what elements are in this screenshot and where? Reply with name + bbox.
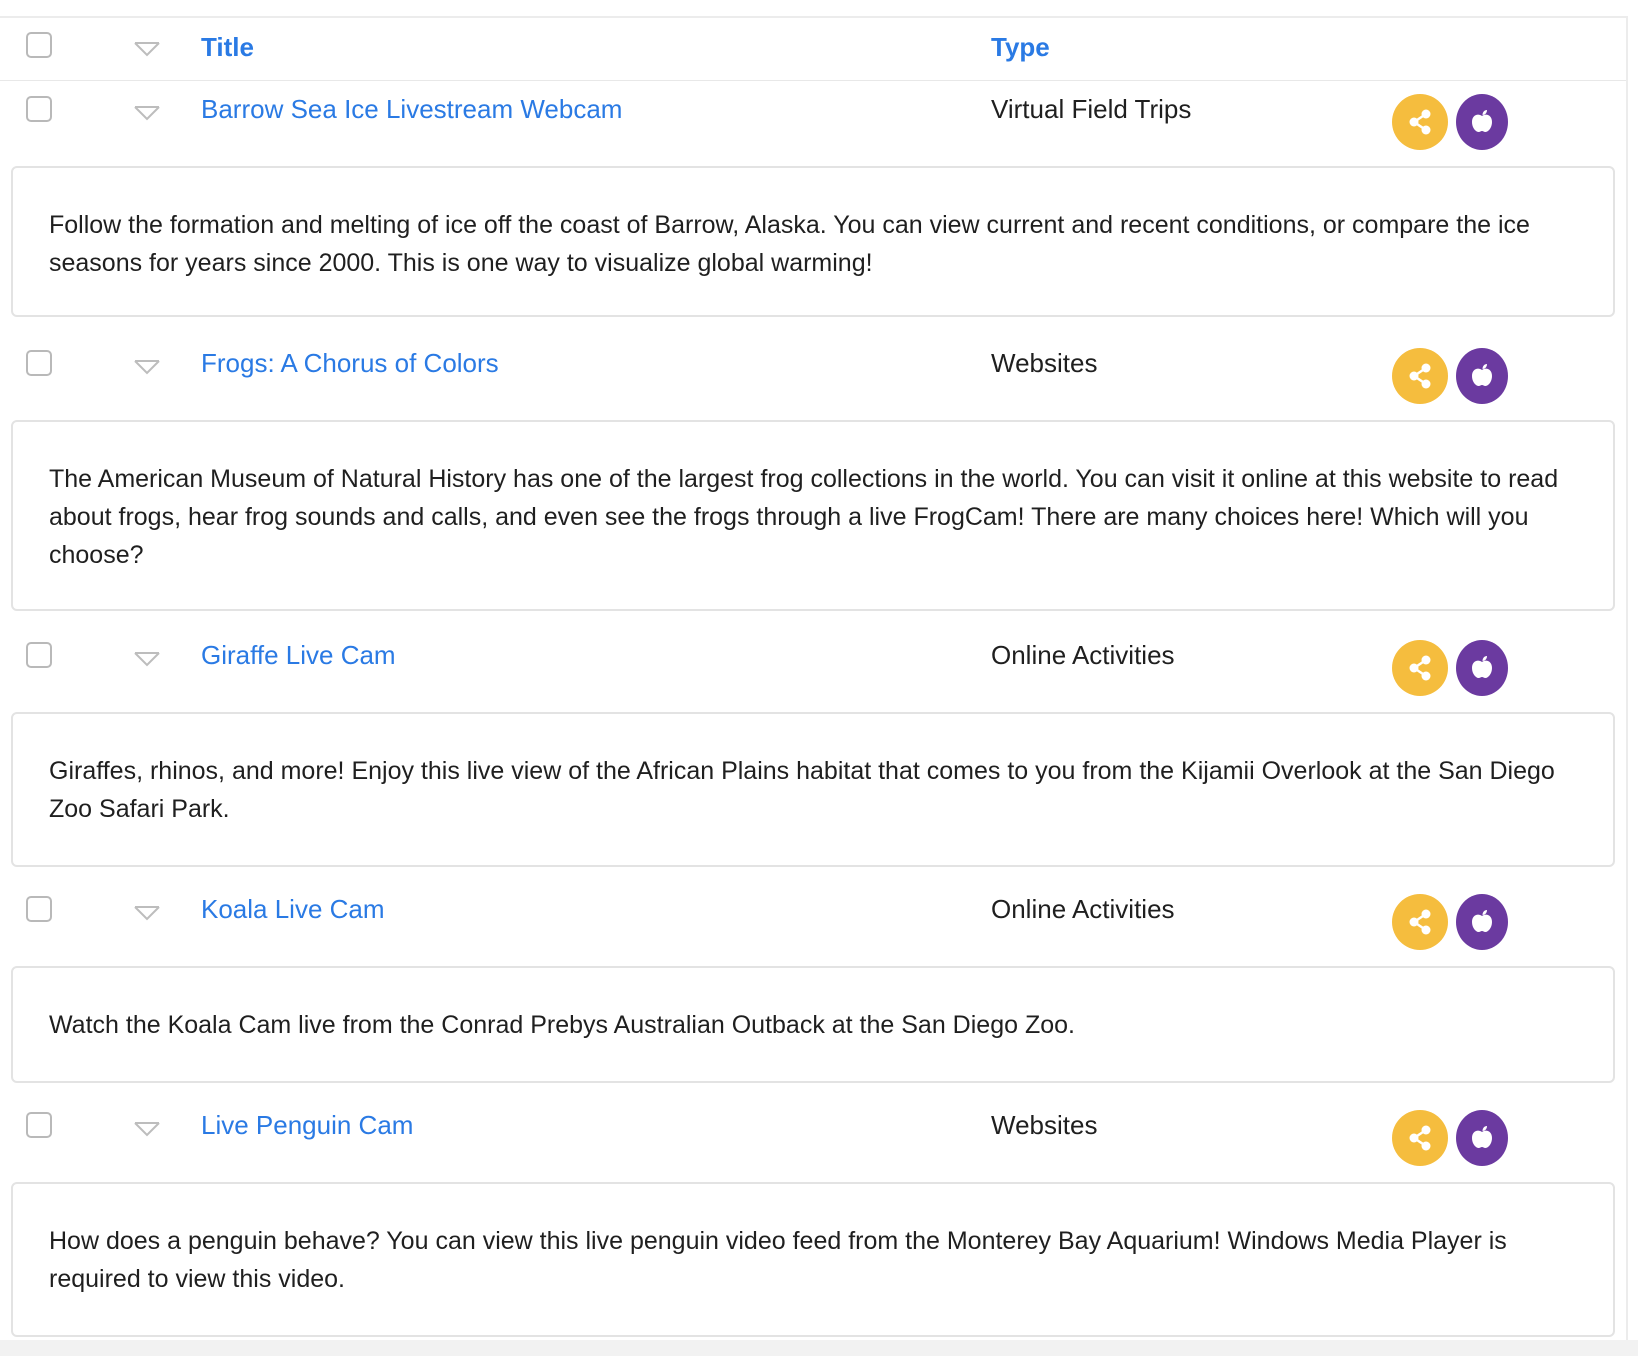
caret-down-icon[interactable] (133, 104, 161, 122)
apple-icon (1472, 110, 1492, 132)
apple-button[interactable] (1456, 894, 1508, 950)
share-button[interactable] (1392, 1110, 1448, 1166)
right-border (1626, 16, 1628, 1356)
item-description: Giraffes, rhinos, and more! Enjoy this l… (49, 757, 1555, 823)
share-icon (1409, 655, 1431, 681)
caret-down-icon[interactable] (133, 1120, 161, 1138)
share-button[interactable] (1392, 348, 1448, 404)
item-description-panel: Watch the Koala Cam live from the Conrad… (11, 966, 1615, 1083)
select-all-checkbox[interactable] (26, 32, 52, 58)
row-checkbox[interactable] (26, 1112, 52, 1138)
bottom-band (0, 1340, 1638, 1356)
row-checkbox[interactable] (26, 896, 52, 922)
item-description: Watch the Koala Cam live from the Conrad… (49, 1011, 1075, 1039)
caret-down-icon[interactable] (133, 904, 161, 922)
apple-icon (1472, 910, 1492, 932)
item-type: Virtual Field Trips (991, 94, 1192, 124)
table-header: Title Type (0, 18, 1626, 81)
item-description: Follow the formation and melting of ice … (49, 211, 1530, 277)
header-type[interactable]: Type (991, 32, 1050, 63)
share-button[interactable] (1392, 640, 1448, 696)
apple-button[interactable] (1456, 94, 1508, 150)
item-type: Online Activities (991, 894, 1175, 924)
item-title-link[interactable]: Barrow Sea Ice Livestream Webcam (201, 94, 622, 125)
item-title-link[interactable]: Koala Live Cam (201, 894, 385, 925)
item-title-link[interactable]: Giraffe Live Cam (201, 640, 396, 671)
top-border (0, 0, 1628, 18)
share-button[interactable] (1392, 894, 1448, 950)
apple-icon (1472, 1126, 1492, 1148)
apple-button[interactable] (1456, 348, 1508, 404)
item-title-link[interactable]: Live Penguin Cam (201, 1110, 413, 1141)
share-icon (1409, 109, 1431, 135)
caret-down-icon[interactable] (133, 650, 161, 668)
row-checkbox[interactable] (26, 642, 52, 668)
item-description: How does a penguin behave? You can view … (49, 1227, 1507, 1293)
item-description-panel: How does a penguin behave? You can view … (11, 1182, 1615, 1337)
item-type: Websites (991, 348, 1098, 378)
item-type: Online Activities (991, 640, 1175, 670)
share-icon (1409, 363, 1431, 389)
item-description-panel: Follow the formation and melting of ice … (11, 166, 1615, 317)
item-description-panel: The American Museum of Natural History h… (11, 420, 1615, 611)
apple-button[interactable] (1456, 1110, 1508, 1166)
item-description-panel: Giraffes, rhinos, and more! Enjoy this l… (11, 712, 1615, 867)
apple-icon (1472, 364, 1492, 386)
item-type: Websites (991, 1110, 1098, 1140)
share-button[interactable] (1392, 94, 1448, 150)
item-title-link[interactable]: Frogs: A Chorus of Colors (201, 348, 499, 379)
apple-icon (1472, 656, 1492, 678)
header-title[interactable]: Title (201, 32, 254, 63)
item-description: The American Museum of Natural History h… (49, 465, 1559, 569)
row-checkbox[interactable] (26, 350, 52, 376)
caret-down-icon[interactable] (133, 40, 161, 58)
apple-button[interactable] (1456, 640, 1508, 696)
caret-down-icon[interactable] (133, 358, 161, 376)
row-checkbox[interactable] (26, 96, 52, 122)
share-icon (1409, 1125, 1431, 1151)
share-icon (1409, 909, 1431, 935)
